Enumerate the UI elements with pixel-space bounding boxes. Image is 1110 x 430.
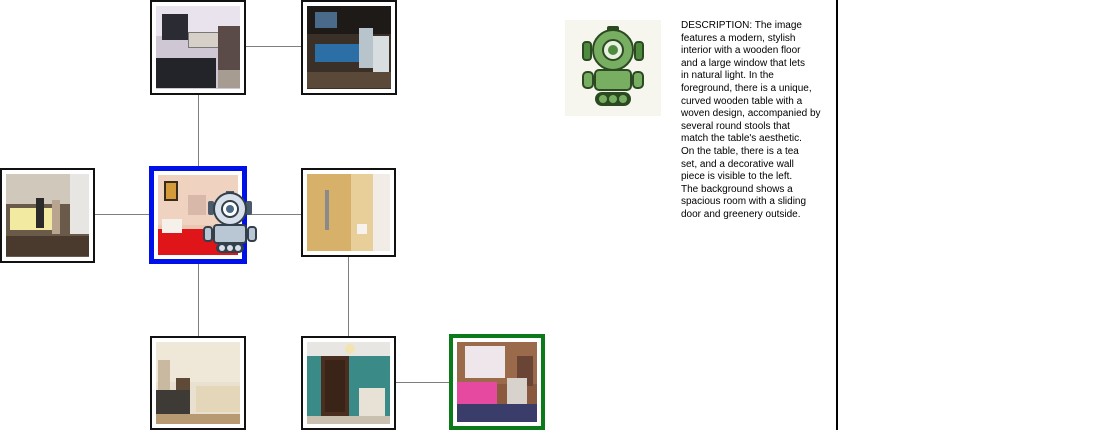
description-line: spacious room with a sliding bbox=[681, 196, 807, 208]
description-line: in natural light. In the bbox=[681, 70, 774, 82]
description-line: set, and a decorative wall bbox=[681, 158, 794, 170]
edge-top-horizontal bbox=[246, 46, 302, 47]
edge-bottom-mid-to-bottom-right bbox=[396, 382, 450, 383]
edge-top-left-to-center bbox=[198, 95, 199, 167]
room-node-bottom-right-goal[interactable] bbox=[449, 334, 545, 430]
robot-panel bbox=[565, 20, 661, 116]
description-line: DESCRIPTION: The image bbox=[681, 20, 802, 31]
edge-left-to-center bbox=[95, 214, 149, 215]
room-thumbnail bbox=[156, 6, 240, 89]
description-line: several round stools that bbox=[681, 120, 790, 132]
room-thumbnail bbox=[457, 342, 537, 422]
room-node-top-right[interactable] bbox=[301, 0, 397, 95]
description-line: On the table, there is a tea bbox=[681, 145, 799, 157]
panel-divider bbox=[836, 0, 838, 430]
room-thumbnail bbox=[156, 342, 240, 424]
edge-center-to-bottom-left bbox=[198, 264, 199, 336]
description-line: door and greenery outside. bbox=[681, 208, 801, 220]
room-node-left[interactable] bbox=[0, 168, 95, 263]
description-line: woven design, accompanied by bbox=[681, 108, 821, 120]
description-line: interior with a wooden floor bbox=[681, 45, 801, 57]
room-thumbnail bbox=[6, 174, 89, 257]
room-node-bottom-left[interactable] bbox=[150, 336, 246, 430]
description-text: DESCRIPTION: The image features a modern… bbox=[681, 20, 831, 222]
room-thumbnail bbox=[307, 342, 390, 424]
description-line: match the table's aesthetic. bbox=[681, 133, 802, 145]
description-line: foreground, there is a unique, bbox=[681, 82, 812, 94]
edge-right-to-bottom-mid bbox=[348, 257, 349, 336]
room-node-right[interactable] bbox=[301, 168, 396, 257]
room-node-bottom-mid[interactable] bbox=[301, 336, 396, 430]
room-thumbnail bbox=[307, 174, 390, 251]
room-node-top-left[interactable] bbox=[150, 0, 246, 95]
room-node-center-current[interactable] bbox=[149, 166, 257, 264]
agent-robot-icon bbox=[203, 191, 257, 253]
description-line: features a modern, stylish bbox=[681, 32, 796, 44]
description-line: The background shows a bbox=[681, 183, 793, 195]
description-line: piece is visible to the left. bbox=[681, 171, 793, 183]
description-line: curved wooden table with a bbox=[681, 95, 803, 107]
room-thumbnail bbox=[307, 6, 391, 89]
description-line: and a large window that lets bbox=[681, 57, 805, 69]
robot-icon bbox=[582, 26, 644, 106]
